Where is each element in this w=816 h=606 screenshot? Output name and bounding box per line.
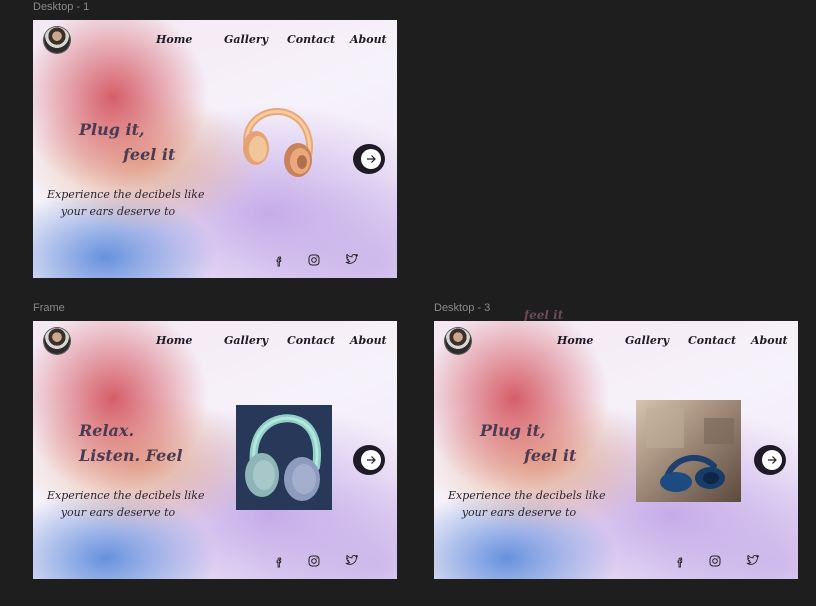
- headline-line-1: Plug it,: [480, 421, 546, 440]
- headline-line-2: Listen. Feel: [79, 446, 183, 465]
- instagram-icon[interactable]: [307, 253, 321, 267]
- arrow-right-icon: [367, 155, 376, 163]
- tagline-line-2: your ears deserve to: [60, 506, 176, 519]
- nav-about[interactable]: About: [350, 33, 387, 46]
- headline-line-1: Plug it,: [79, 120, 145, 139]
- avatar[interactable]: [445, 328, 471, 354]
- tagline-line-1: Experience the decibels like: [47, 489, 205, 502]
- facebook-icon[interactable]: [272, 254, 286, 268]
- arrow-right-icon: [367, 456, 376, 464]
- nav-contact[interactable]: Contact: [287, 33, 335, 46]
- desktop-1-frame[interactable]: Home Gallery Contact About Plug it, feel…: [33, 20, 397, 278]
- tagline: Experience the decibels like your ears d…: [448, 487, 606, 521]
- next-button[interactable]: [353, 445, 385, 475]
- tagline-line-1: Experience the decibels like: [448, 489, 606, 502]
- instagram-icon[interactable]: [708, 554, 722, 568]
- arrow-right-icon: [768, 456, 777, 464]
- tagline: Experience the decibels like your ears d…: [47, 487, 205, 521]
- twitter-icon[interactable]: [746, 553, 760, 567]
- overflow-headline-fragment: feel it: [524, 310, 564, 321]
- headline-line-2: feel it: [524, 446, 577, 465]
- twitter-icon[interactable]: [345, 252, 359, 266]
- tagline-line-2: your ears deserve to: [461, 506, 577, 519]
- frame-label-frame[interactable]: Frame: [33, 302, 65, 314]
- headphones-photo: [636, 400, 741, 502]
- nav-about[interactable]: About: [350, 334, 387, 347]
- nav-gallery[interactable]: Gallery: [625, 334, 669, 347]
- nav-home[interactable]: Home: [156, 33, 192, 46]
- desktop-3-frame[interactable]: Home Gallery Contact About Plug it, feel…: [434, 321, 798, 579]
- nav-gallery[interactable]: Gallery: [224, 33, 268, 46]
- headline-line-1: Relax.: [79, 421, 135, 440]
- twitter-icon[interactable]: [345, 553, 359, 567]
- tagline: Experience the decibels like your ears d…: [47, 186, 205, 220]
- facebook-icon[interactable]: [673, 555, 687, 569]
- tagline-line-1: Experience the decibels like: [47, 188, 205, 201]
- frame-label-desktop-1[interactable]: Desktop - 1: [33, 1, 89, 13]
- tagline-line-2: your ears deserve to: [60, 205, 176, 218]
- next-button[interactable]: [754, 445, 786, 475]
- headline-line-2: feel it: [123, 145, 176, 164]
- nav-contact[interactable]: Contact: [287, 334, 335, 347]
- frame-label-desktop-3[interactable]: Desktop - 3: [434, 302, 490, 314]
- headphones-image: [243, 108, 313, 177]
- headphones-image: [236, 405, 332, 510]
- avatar[interactable]: [44, 27, 70, 53]
- facebook-icon[interactable]: [272, 555, 286, 569]
- nav-about[interactable]: About: [751, 334, 788, 347]
- avatar[interactable]: [44, 328, 70, 354]
- nav-contact[interactable]: Contact: [688, 334, 736, 347]
- nav-gallery[interactable]: Gallery: [224, 334, 268, 347]
- next-button[interactable]: [353, 144, 385, 174]
- nav-home[interactable]: Home: [557, 334, 593, 347]
- nav-home[interactable]: Home: [156, 334, 192, 347]
- instagram-icon[interactable]: [307, 554, 321, 568]
- frame-2[interactable]: Home Gallery Contact About Relax. Listen…: [33, 321, 397, 579]
